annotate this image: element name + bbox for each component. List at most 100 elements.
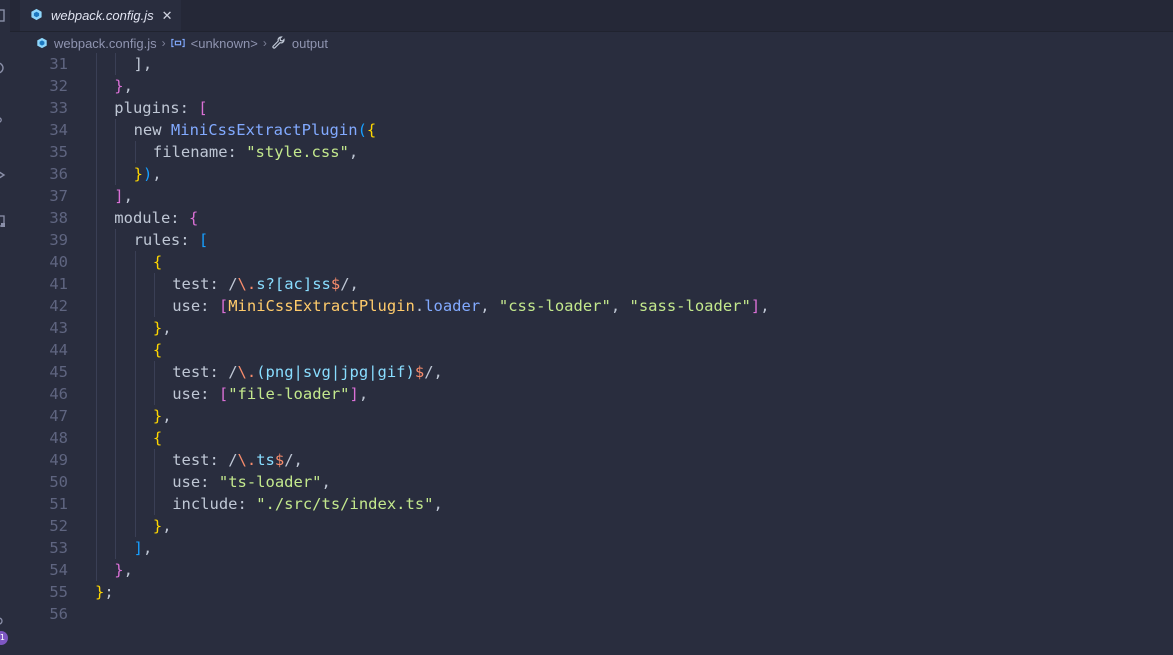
indent-guide xyxy=(96,537,97,559)
indent-guide xyxy=(115,361,117,383)
code-token: ] xyxy=(750,297,761,315)
code-token: , xyxy=(760,297,770,315)
code-token: module: xyxy=(114,209,189,227)
indent-guide xyxy=(115,119,117,141)
code-editor[interactable]: 31], 32}, 33 plugins: [34 new MiniCssExtract… xyxy=(10,53,1173,655)
code-token: , xyxy=(152,165,162,183)
code-line[interactable]: 54}, xyxy=(10,559,1170,581)
code-line[interactable]: 39 rules: [ xyxy=(10,229,1170,251)
code-line[interactable]: 53], xyxy=(10,537,1170,559)
code-token: /, xyxy=(340,275,359,293)
code-line[interactable]: 41 test: /\.s?[ac]ss$/, xyxy=(10,273,1170,295)
code-token: /, xyxy=(284,451,303,469)
run-debug-icon[interactable] xyxy=(0,168,6,182)
breadcrumb-scope[interactable]: <unknown> xyxy=(170,36,258,51)
code-token: ss xyxy=(312,275,331,293)
code-line[interactable]: 33 plugins: [ xyxy=(10,97,1170,119)
code-token: new xyxy=(133,121,171,139)
code-token: , xyxy=(123,561,133,579)
breadcrumb-file-label: webpack.config.js xyxy=(54,35,157,51)
indent-guide xyxy=(153,449,155,471)
code-token: MiniCssExtractPlugin xyxy=(170,121,358,139)
code-line[interactable]: 51 include: "./src/ts/index.ts", xyxy=(10,493,1170,515)
search-icon[interactable] xyxy=(0,62,6,76)
indent-guide xyxy=(134,405,136,427)
code-line[interactable]: 31], xyxy=(10,53,1170,75)
code-line[interactable]: 44 { xyxy=(10,339,1170,361)
line-number: 54 xyxy=(49,561,68,579)
code-text: }, xyxy=(153,515,172,537)
code-line[interactable]: 46 use: ["file-loader"], xyxy=(10,383,1170,405)
explorer-icon[interactable] xyxy=(0,8,6,22)
code-token: filename: xyxy=(152,143,247,161)
breadcrumb-file[interactable]: webpack.config.js xyxy=(36,36,157,51)
code-text: plugins: [ xyxy=(114,97,207,119)
code-line[interactable]: 52}, xyxy=(10,515,1170,537)
indent-guide xyxy=(153,471,155,493)
code-token: "./src/ts/index.ts" xyxy=(256,495,434,513)
code-line[interactable]: 40 { xyxy=(10,251,1170,273)
code-text: { xyxy=(153,427,162,449)
code-line[interactable]: 34 new MiniCssExtractPlugin({ xyxy=(10,119,1170,141)
code-token: $ xyxy=(414,363,425,381)
indent-guide xyxy=(115,537,117,559)
indent-guide xyxy=(96,405,97,427)
code-token: / xyxy=(228,451,238,469)
code-line[interactable]: 48 { xyxy=(10,427,1170,449)
line-number: 32 xyxy=(49,77,68,95)
code-text: use: "ts-loader", xyxy=(172,471,331,493)
indent-guide xyxy=(134,295,136,317)
indent-guide xyxy=(115,383,117,405)
code-line[interactable]: 50 use: "ts-loader", xyxy=(10,471,1170,493)
code-line[interactable]: 37], xyxy=(10,185,1170,207)
indent-guide xyxy=(134,317,136,339)
code-line[interactable]: 32}, xyxy=(10,75,1170,97)
line-number: 49 xyxy=(49,451,68,469)
indent-guide xyxy=(96,449,97,471)
chevron-right-icon: › xyxy=(161,36,166,50)
activity-bar: 1 xyxy=(0,0,10,655)
indent-guide xyxy=(115,53,117,75)
code-token: , xyxy=(480,297,499,315)
code-line[interactable]: 45 test: /\.(png|svg|jpg|gif)$/, xyxy=(10,361,1170,383)
code-line[interactable]: 49 test: /\.ts$/, xyxy=(10,449,1170,471)
code-line[interactable]: 36}), xyxy=(10,163,1170,185)
code-token: "style.css" xyxy=(246,143,349,161)
line-number: 53 xyxy=(49,539,68,557)
code-token: s? xyxy=(256,275,275,293)
code-token: test: xyxy=(172,363,229,381)
source-control-icon[interactable] xyxy=(0,116,6,130)
indent-guide xyxy=(115,251,117,273)
code-text: }, xyxy=(153,405,172,427)
indent-guide xyxy=(115,317,117,339)
indent-guide xyxy=(96,229,97,251)
code-token: "sass-loader" xyxy=(629,297,751,315)
line-number: 38 xyxy=(49,209,68,227)
code-line[interactable]: 38 module: { xyxy=(10,207,1170,229)
code-text: test: /\.(png|svg|jpg|gif)$/, xyxy=(172,361,443,383)
code-token: use: xyxy=(172,473,219,491)
code-line[interactable]: 47}, xyxy=(10,405,1170,427)
tab-webpack-config[interactable]: webpack.config.js ✕ xyxy=(20,0,181,31)
indent-guide xyxy=(134,471,136,493)
code-token: ) xyxy=(142,165,153,183)
code-line[interactable]: 55}; xyxy=(10,581,1170,603)
breadcrumb-symbol[interactable]: output xyxy=(272,36,328,51)
indent-guide xyxy=(134,449,136,471)
close-tab-button[interactable]: ✕ xyxy=(162,8,173,24)
extensions-icon[interactable] xyxy=(0,214,6,228)
indent-guide xyxy=(134,273,136,295)
code-line[interactable]: 56 xyxy=(10,603,1170,625)
line-number: 33 xyxy=(49,99,68,117)
indent-guide xyxy=(96,493,97,515)
code-line[interactable]: 35 filename: "style.css", xyxy=(10,141,1170,163)
account-icon[interactable] xyxy=(0,616,6,630)
indent-guide xyxy=(134,251,136,273)
indent-guide xyxy=(96,295,97,317)
code-token: [ xyxy=(218,297,229,315)
line-number: 52 xyxy=(49,517,68,535)
indent-guide xyxy=(96,185,97,207)
code-line[interactable]: 42 use: [MiniCssExtractPlugin.loader, "cs… xyxy=(10,295,1170,317)
code-text: }), xyxy=(134,163,162,185)
code-line[interactable]: 43}, xyxy=(10,317,1170,339)
